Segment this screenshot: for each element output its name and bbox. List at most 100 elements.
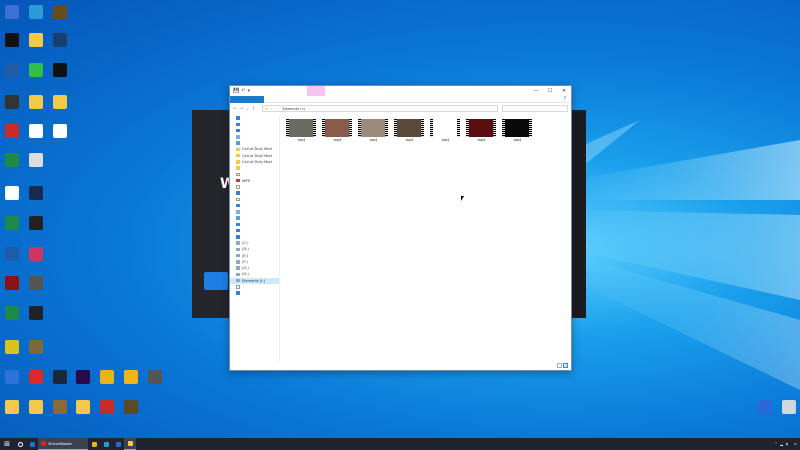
notification-icon[interactable]: ▭	[794, 442, 797, 446]
desktop-icon[interactable]	[47, 95, 73, 121]
file-item[interactable]: .mp4	[320, 119, 354, 142]
desktop-icon[interactable]	[94, 370, 120, 396]
thumbnail-image	[289, 119, 313, 137]
desktop-icon[interactable]	[70, 400, 96, 426]
desktop-icon[interactable]	[0, 124, 25, 150]
nav-item-icon	[236, 210, 240, 214]
details-view-button[interactable]	[557, 363, 562, 368]
app-icon	[41, 441, 46, 446]
desktop-icon[interactable]	[23, 216, 49, 242]
help-button[interactable]: ?	[558, 96, 571, 103]
spreadsheet-icon	[5, 306, 19, 320]
nav-button[interactable]: ↑	[252, 106, 256, 112]
desktop-icon[interactable]	[23, 370, 49, 396]
start-button[interactable]: ⊞	[0, 438, 14, 450]
desktop-icon[interactable]	[752, 400, 778, 426]
nav-button[interactable]: →	[239, 106, 243, 112]
breadcrumb[interactable]: ▪ › › Elements (I:) ›	[262, 105, 498, 112]
taskbar-button[interactable]	[124, 438, 136, 450]
video-thumbnail	[322, 119, 352, 137]
breadcrumb-segment[interactable]: Elements (I:)	[282, 107, 305, 111]
wallpaper-engine-icon	[758, 400, 772, 414]
desktop-icon[interactable]	[0, 306, 25, 332]
desktop-icon[interactable]	[0, 370, 25, 396]
desktop-icon[interactable]	[23, 340, 49, 366]
nav-item-icon	[236, 253, 240, 258]
nav-item-icon	[236, 147, 240, 152]
desktop-icon[interactable]	[118, 370, 144, 396]
desktop-icon[interactable]	[47, 5, 73, 31]
desktop-icon[interactable]	[0, 95, 25, 121]
file-item[interactable]: .mp4	[500, 119, 534, 142]
desktop-icon[interactable]	[23, 306, 49, 332]
file-item[interactable]: .mp4	[356, 119, 390, 142]
desktop-icon[interactable]	[776, 400, 800, 426]
network-icon[interactable]: ▂	[780, 442, 783, 446]
desktop-icon[interactable]	[0, 340, 25, 366]
desktop-icon[interactable]	[47, 33, 73, 59]
search-input[interactable]	[502, 105, 568, 112]
desktop-icon[interactable]	[23, 33, 49, 59]
desktop-icon[interactable]	[23, 247, 49, 273]
desktop-icon[interactable]	[47, 63, 73, 89]
minimize-button[interactable]: —	[529, 86, 543, 96]
manage-tab[interactable]	[307, 86, 325, 96]
taskbar-button[interactable]	[14, 438, 26, 450]
taskbar-button[interactable]: VirtualMaster	[38, 438, 88, 450]
desktop-icon[interactable]	[23, 186, 49, 212]
desktop-icon[interactable]	[23, 5, 49, 31]
desktop-icon[interactable]	[70, 370, 96, 396]
app-icon	[53, 124, 67, 138]
nav-item-icon	[236, 172, 240, 177]
desktop-icon[interactable]	[0, 33, 25, 59]
desktop-icon[interactable]	[23, 276, 49, 302]
desktop-icon[interactable]	[118, 400, 144, 426]
app-icon	[29, 186, 43, 200]
app-icon	[29, 306, 43, 320]
quick-access-button[interactable]: 💾	[233, 88, 239, 94]
desktop-icon[interactable]	[23, 153, 49, 179]
quick-access-button[interactable]: ↶	[241, 88, 245, 94]
desktop-icon[interactable]	[0, 276, 25, 302]
large-icons-view-button[interactable]	[563, 363, 568, 368]
background-app-button[interactable]	[204, 272, 228, 290]
ribbon-tab[interactable]	[230, 95, 264, 103]
tray-chevron-icon[interactable]: ⌃	[775, 442, 778, 446]
quick-access-button[interactable]: ▾	[247, 88, 250, 94]
nav-item[interactable]	[230, 290, 279, 296]
folder-icon	[76, 400, 90, 414]
maximize-button[interactable]: ☐	[543, 86, 557, 96]
nav-button[interactable]: ←	[233, 106, 237, 112]
desktop-icon[interactable]	[0, 247, 25, 273]
taskbar-button[interactable]	[112, 438, 124, 450]
desktop-icon[interactable]	[23, 63, 49, 89]
taskbar-button[interactable]	[88, 438, 100, 450]
quick-access-toolbar[interactable]: 💾 ↶ ▾	[233, 88, 250, 94]
desktop-icon[interactable]	[142, 370, 168, 396]
taskbar-button[interactable]	[26, 438, 38, 450]
file-item[interactable]: .mp4	[284, 119, 318, 142]
nav-item-label: Elements (I:)	[242, 278, 265, 283]
file-item[interactable]: .mp4	[428, 119, 462, 142]
file-item[interactable]: .mp4	[464, 119, 498, 142]
desktop-icon[interactable]	[0, 153, 25, 179]
desktop-icon[interactable]	[47, 124, 73, 150]
chrome-icon	[91, 441, 97, 447]
desktop-icon[interactable]	[0, 5, 25, 31]
nav-button[interactable]: ⌄	[245, 106, 249, 112]
taskbar-button[interactable]	[100, 438, 112, 450]
desktop-icon[interactable]	[23, 400, 49, 426]
file-item[interactable]: .mp4	[392, 119, 426, 142]
desktop-icon[interactable]	[0, 63, 25, 89]
desktop-icon[interactable]	[0, 186, 25, 212]
desktop-icon[interactable]	[94, 400, 120, 426]
nav-item-label: Call of Duty Mod	[242, 147, 272, 152]
close-button[interactable]: ✕	[557, 86, 571, 96]
desktop-icon[interactable]	[23, 124, 49, 150]
volume-icon[interactable]: ◖	[786, 442, 788, 446]
desktop-icon[interactable]	[0, 400, 25, 426]
desktop-icon[interactable]	[23, 95, 49, 121]
file-explorer-window[interactable]: 💾 ↶ ▾ — ☐ ✕ ? ← → ⌄ ↑ ▪ › › Elements (I:) › Call of…	[229, 85, 572, 371]
desktop-icon[interactable]	[0, 216, 25, 242]
title-bar[interactable]: 💾 ↶ ▾ — ☐ ✕	[230, 86, 571, 96]
